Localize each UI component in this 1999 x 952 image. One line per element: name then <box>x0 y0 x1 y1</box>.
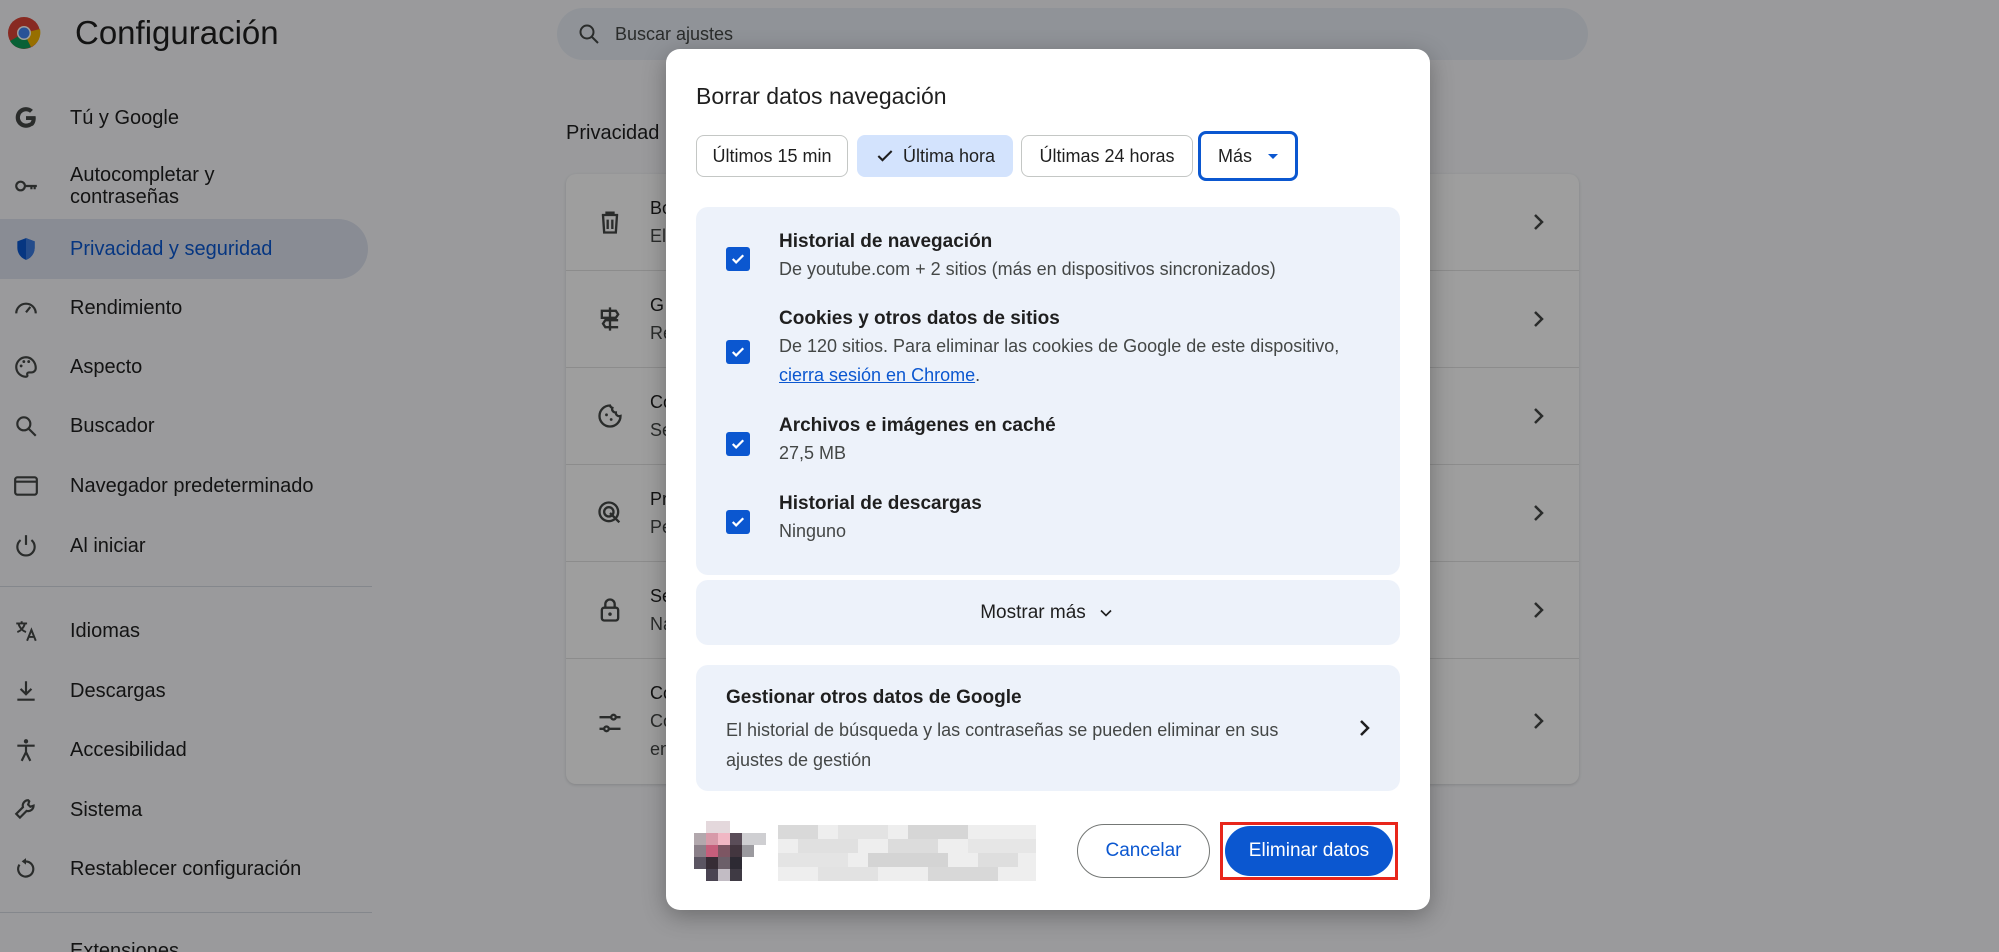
manage-desc: El historial de búsqueda y las contraseñ… <box>726 720 1279 770</box>
data-types-panel: Historial de navegación De youtube.com +… <box>696 207 1400 575</box>
check-desc: De youtube.com + 2 sitios (más en dispos… <box>779 259 1276 279</box>
time-range-chip-24h[interactable]: Últimas 24 horas <box>1021 135 1193 177</box>
chip-label: Última hora <box>902 145 996 166</box>
checkmark-icon <box>731 517 745 527</box>
avatar <box>694 821 766 881</box>
checkmark-icon <box>731 347 745 357</box>
sign-out-chrome-link[interactable]: cierra sesión en Chrome <box>779 365 975 385</box>
show-more-label: Mostrar más <box>980 601 1086 623</box>
checkbox-cache[interactable] <box>726 432 750 456</box>
manage-google-data-row[interactable]: Gestionar otros datos de Google El histo… <box>696 665 1400 791</box>
check-icon <box>877 150 893 162</box>
cancel-button[interactable]: Cancelar <box>1077 824 1210 878</box>
clear-browsing-data-dialog: Borrar datos navegación Últimos 15 min Ú… <box>666 49 1430 910</box>
chevron-right-icon <box>1360 720 1370 736</box>
check-desc: De 120 sitios. Para eliminar las cookies… <box>779 332 1359 390</box>
show-more-button[interactable]: Mostrar más <box>696 580 1400 645</box>
manage-title: Gestionar otros datos de Google <box>726 687 1022 708</box>
checkbox-download-history[interactable] <box>726 510 750 534</box>
account-email-redacted <box>778 825 1036 881</box>
caret-down-icon <box>1268 153 1278 159</box>
check-desc: 27,5 MB <box>779 443 847 463</box>
check-desc: Ninguno <box>779 521 847 541</box>
check-desc-text: . <box>975 365 981 385</box>
check-title: Cookies y otros datos de sitios <box>779 308 1060 329</box>
checkmark-icon <box>731 254 745 264</box>
dialog-title: Borrar datos navegación <box>696 83 947 109</box>
checkbox-cookies[interactable] <box>726 340 750 364</box>
chevron-down-icon <box>1100 609 1112 617</box>
time-range-chip-last-hour[interactable]: Última hora <box>857 135 1013 177</box>
checkmark-icon <box>731 439 745 449</box>
checkbox-browsing-history[interactable] <box>726 247 750 271</box>
delete-data-button[interactable]: Eliminar datos <box>1225 826 1393 876</box>
chip-label: Últimas 24 horas <box>1039 145 1175 166</box>
check-title: Historial de navegación <box>779 231 993 252</box>
chip-label: Más <box>1217 145 1252 166</box>
time-range-more-dropdown[interactable]: Más <box>1198 131 1298 181</box>
chip-label: Últimos 15 min <box>712 145 832 166</box>
check-desc-text: De 120 sitios. Para eliminar las cookies… <box>779 336 1340 356</box>
check-title: Archivos e imágenes en caché <box>779 415 1056 436</box>
time-range-chip-15min[interactable]: Últimos 15 min <box>696 135 848 177</box>
check-title: Historial de descargas <box>779 493 982 514</box>
